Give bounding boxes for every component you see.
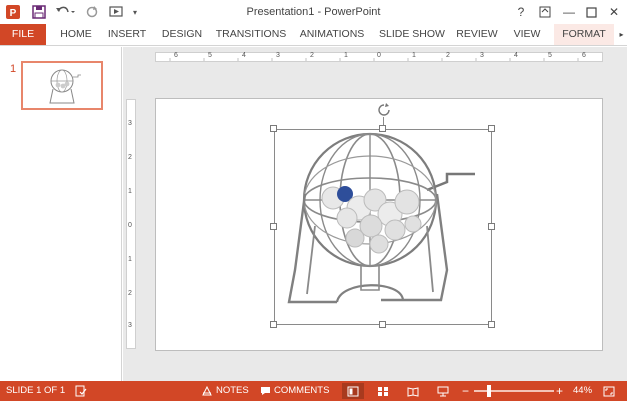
ruler-tick: 2 (310, 52, 314, 59)
tab-slide-show[interactable]: SLIDE SHOW (378, 24, 446, 45)
zoom-slider-thumb[interactable] (487, 385, 492, 397)
ruler-tick: 6 (174, 52, 178, 59)
tab-design[interactable]: DESIGN (158, 24, 206, 45)
maximize-button[interactable] (582, 3, 600, 21)
window-title: Presentation1 - PowerPoint (246, 6, 381, 18)
ruler-tick: 5 (208, 52, 212, 59)
reading-view-icon[interactable] (402, 383, 424, 399)
ruler-tick: 5 (548, 52, 552, 59)
slide-sorter-view-icon[interactable] (372, 383, 394, 399)
ruler-tick: 2 (128, 154, 132, 161)
resize-handle-bottom-right[interactable] (488, 321, 495, 328)
ruler-tick: 1 (128, 188, 132, 195)
tab-format[interactable]: FORMAT (554, 24, 614, 45)
ruler-tick: 6 (582, 52, 586, 59)
comments-button[interactable]: COMMENTS (274, 381, 329, 401)
slide-show-view-icon[interactable] (432, 383, 454, 399)
picture-selection-frame[interactable] (274, 129, 492, 325)
tab-view[interactable]: VIEW (508, 24, 546, 45)
tab-file[interactable]: FILE (0, 24, 46, 45)
ruler-tick: 4 (242, 52, 246, 59)
zoom-out-button[interactable]: − (462, 381, 469, 401)
thumbnail-bingo-cage-icon (49, 69, 81, 104)
horizontal-ruler: 6 5 4 3 2 1 0 1 2 3 4 5 6 (155, 52, 603, 62)
ruler-tick: 3 (276, 52, 280, 59)
slide-canvas[interactable] (155, 98, 603, 351)
bingo-cage-image (287, 132, 475, 304)
zoom-level[interactable]: 44% (573, 381, 592, 401)
slide-counter: SLIDE 1 OF 1 (6, 385, 66, 396)
ruler-tick: 1 (344, 52, 348, 59)
tabs-scroll-right-icon[interactable]: ▸ (616, 24, 627, 45)
ruler-tick: 2 (128, 290, 132, 297)
slide-thumbnail[interactable] (21, 61, 103, 110)
ruler-tick: 0 (128, 222, 132, 229)
resize-handle-top[interactable] (379, 125, 386, 132)
ruler-tick: 3 (128, 322, 132, 329)
tab-animations[interactable]: ANIMATIONS (296, 24, 368, 45)
ribbon-display-options-icon[interactable] (536, 3, 554, 21)
ruler-tick: 1 (412, 52, 416, 59)
rotate-handle-icon[interactable] (377, 103, 391, 117)
tab-review[interactable]: REVIEW (454, 24, 500, 45)
ruler-tick: 0 (377, 52, 381, 59)
zoom-slider[interactable] (474, 385, 554, 397)
ruler-tick: 3 (128, 120, 132, 127)
zoom-in-button[interactable]: + (556, 381, 563, 401)
resize-handle-top-right[interactable] (488, 125, 495, 132)
comments-icon[interactable] (258, 383, 272, 399)
title-bar: P ▾ Presentation1 - PowerPoint ? — ✕ (0, 0, 627, 24)
ruler-tick: 1 (128, 256, 132, 263)
resize-handle-top-left[interactable] (270, 125, 277, 132)
fit-slide-to-window-icon[interactable] (598, 383, 620, 399)
vertical-ruler: 3 2 1 0 1 2 3 (126, 99, 136, 349)
normal-view-icon[interactable] (342, 383, 364, 399)
thumbnail-number: 1 (10, 63, 17, 75)
help-button[interactable]: ? (512, 3, 530, 21)
tab-insert[interactable]: INSERT (104, 24, 150, 45)
notes-button[interactable]: NOTES (216, 381, 249, 401)
slide-thumbnail-pane[interactable]: 1 (0, 47, 122, 381)
ribbon-tabs: FILE HOME INSERT DESIGN TRANSITIONS ANIM… (0, 24, 627, 46)
resize-handle-bottom[interactable] (379, 321, 386, 328)
spelling-check-icon[interactable] (70, 383, 92, 399)
tab-home[interactable]: HOME (54, 24, 98, 45)
resize-handle-right[interactable] (488, 223, 495, 230)
ruler-tick: 2 (446, 52, 450, 59)
resize-handle-bottom-left[interactable] (270, 321, 277, 328)
ruler-tick: 4 (514, 52, 518, 59)
minimize-button[interactable]: — (560, 3, 578, 21)
resize-handle-left[interactable] (270, 223, 277, 230)
tab-transitions[interactable]: TRANSITIONS (214, 24, 288, 45)
status-bar: SLIDE 1 OF 1 NOTES COMMENTS − + 44% (0, 381, 627, 401)
notes-icon[interactable] (200, 383, 214, 399)
ruler-tick: 3 (480, 52, 484, 59)
close-button[interactable]: ✕ (605, 3, 623, 21)
